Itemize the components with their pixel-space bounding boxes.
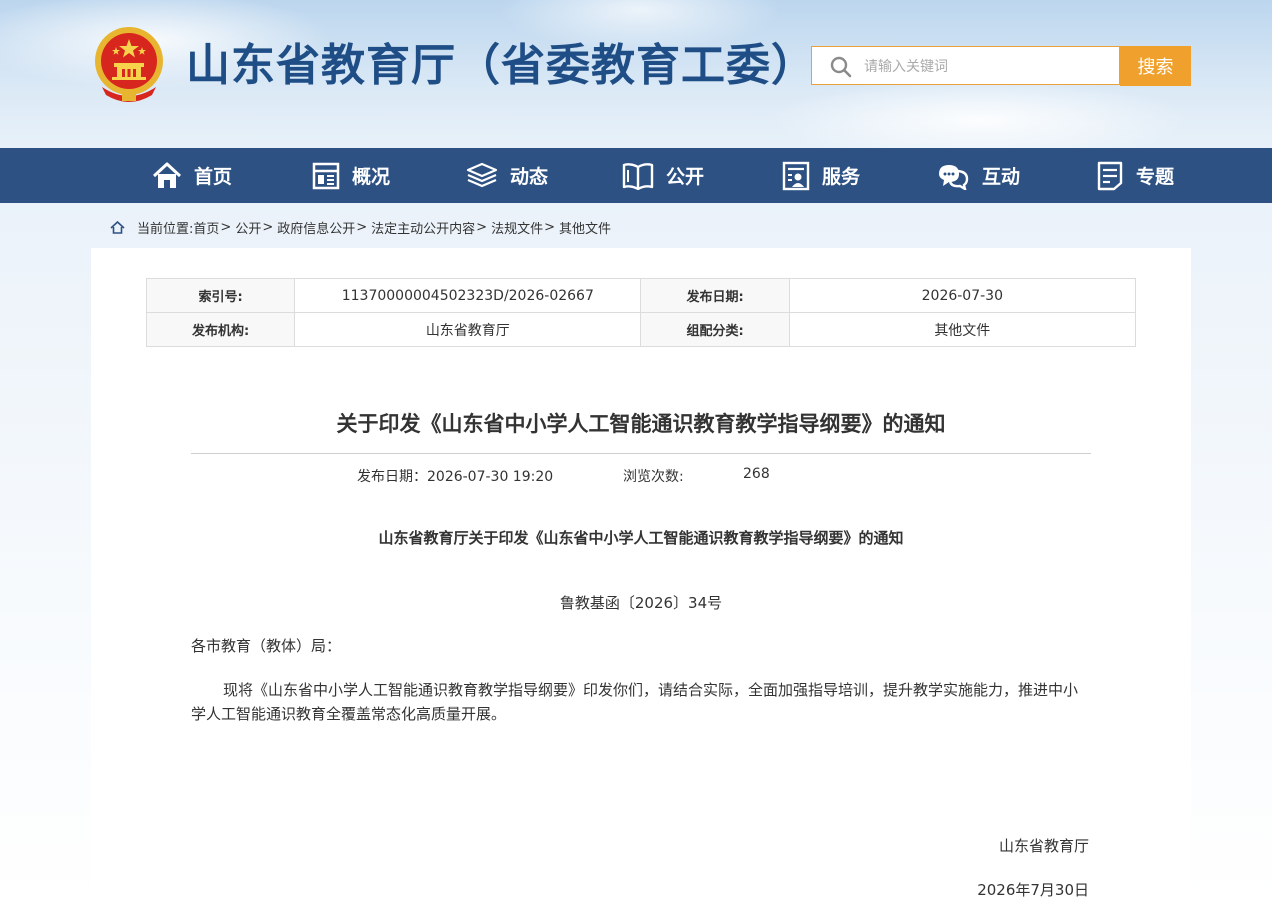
breadcrumb-separator: >	[544, 220, 555, 235]
breadcrumb-link-statutory[interactable]: 法定主动公开内容	[371, 218, 475, 237]
breadcrumb-separator: >	[262, 220, 274, 235]
pubdate-label: 发布日期:	[640, 278, 790, 313]
breadcrumb-link-other[interactable]: 其他文件	[559, 218, 611, 237]
index-value: 11370000004502323D/2026-02667	[294, 278, 642, 313]
meta-row: 索引号: 11370000004502323D/2026-02667 发布日期:…	[145, 278, 1137, 313]
category-value: 其他文件	[788, 312, 1137, 347]
org-label: 发布机构:	[145, 312, 296, 347]
breadcrumb-separator: >	[220, 220, 232, 235]
search-input[interactable]	[862, 47, 1116, 86]
nav-item-label: 公开	[666, 166, 705, 188]
topic-icon	[1097, 161, 1123, 190]
open-book-icon	[622, 162, 654, 190]
chat-icon	[939, 164, 969, 190]
breadcrumb: 当前位置: 首页 > 公开 > 政府信息公开 > 法定主动公开内容 > 法规文件 > 其他…	[110, 218, 611, 237]
body-paragraph: 现将《山东省中小学人工智能通识教育教学指导纲要》印发你们，请结合实际，全面加强指…	[191, 681, 1079, 723]
breadcrumb-separator: >	[476, 220, 488, 235]
breadcrumb-link-regulations[interactable]: 法规文件	[491, 218, 543, 237]
nav-item-label: 动态	[510, 166, 549, 188]
news-icon	[466, 162, 498, 187]
nav-item-label: 概况	[352, 166, 391, 188]
article-pubdate-value: 2026-07-30 19:20	[427, 469, 554, 485]
article-title: 关于印发《山东省中小学人工智能通识教育教学指导纲要》的通知	[336, 412, 946, 436]
article-container: 索引号: 11370000004502323D/2026-02667 发布日期:…	[91, 248, 1191, 907]
home-icon	[152, 162, 182, 188]
nav-item-open[interactable]: 公开	[622, 148, 704, 203]
meta-table: 索引号: 11370000004502323D/2026-02667 发布日期:…	[145, 278, 1137, 347]
site-header: 山东省教育厅（省委教育工委） 搜索	[0, 0, 1272, 148]
nav-item-label: 互动	[982, 166, 1021, 188]
signature-org: 山东省教育厅	[998, 837, 1089, 855]
category-label: 组配分类:	[640, 312, 790, 347]
pubdate-value: 2026-07-30	[788, 278, 1137, 313]
nav-item-label: 专题	[1136, 166, 1175, 188]
title-divider	[191, 453, 1091, 454]
breadcrumb-link-home[interactable]: 首页	[193, 218, 219, 237]
search-button[interactable]: 搜索	[1120, 46, 1191, 86]
document-heading: 山东省教育厅关于印发《山东省中小学人工智能通识教育教学指导纲要》的通知	[378, 529, 904, 547]
nav-item-news[interactable]: 动态	[466, 148, 548, 203]
breadcrumb-link-open[interactable]: 公开	[235, 218, 261, 237]
nav-item-topic[interactable]: 专题	[1096, 148, 1174, 203]
nav-item-overview[interactable]: 概况	[312, 148, 390, 203]
nav-item-home[interactable]: 首页	[152, 148, 232, 203]
nav-item-service[interactable]: 服务	[782, 148, 860, 203]
search-box	[811, 46, 1120, 86]
breadcrumb-separator: >	[356, 220, 368, 235]
article-pubdate: 发布日期：2026-07-30 19:20	[357, 466, 553, 486]
article-views-value: 268	[743, 466, 770, 482]
nav-item-interact[interactable]: 互动	[936, 148, 1020, 203]
org-value: 山东省教育厅	[294, 312, 642, 347]
breadcrumb-home-icon	[110, 221, 125, 234]
overview-icon	[312, 162, 340, 189]
signature-date: 2026年7月30日	[977, 881, 1089, 899]
nav-item-label: 服务	[822, 166, 861, 188]
breadcrumb-link-gov-info[interactable]: 政府信息公开	[277, 218, 355, 237]
breadcrumb-prefix: 当前位置:	[137, 222, 194, 237]
nav-item-label: 首页	[194, 166, 233, 188]
document-number: 鲁教基函〔2026〕34号	[559, 594, 723, 612]
site-title[interactable]: 山东省教育厅（省委教育工委）	[186, 36, 816, 96]
article-views-label: 浏览次数:	[623, 469, 684, 485]
main-nav: 首页 概况 动态 公开 服务 互动 专题	[0, 148, 1272, 203]
article-pubdate-label: 发布日期：	[357, 469, 427, 485]
service-icon	[782, 161, 810, 190]
salutation: 各市教育（教体）局：	[191, 637, 342, 655]
meta-row: 发布机构: 山东省教育厅 组配分类: 其他文件	[145, 312, 1137, 347]
index-label: 索引号:	[145, 278, 296, 313]
search-icon	[830, 56, 852, 78]
national-emblem-icon[interactable]	[92, 25, 166, 105]
